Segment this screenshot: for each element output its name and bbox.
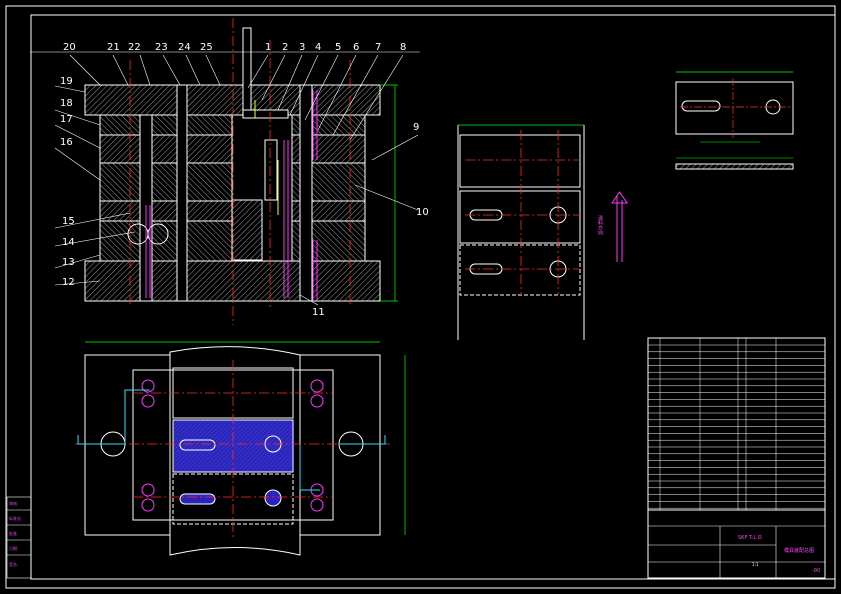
callout-16: 16 [60, 137, 73, 148]
callout-12: 12 [62, 277, 75, 288]
title-block: 模具装配总图 SKF T-L D -00 1:1 [647, 509, 826, 579]
callout-3: 3 [299, 42, 305, 53]
material-note: SKF T-L D [738, 535, 762, 541]
callout-10: 10 [416, 207, 429, 218]
callout-20: 20 [63, 42, 76, 53]
strip-layout-view: 送料方向 [457, 124, 628, 340]
callout-25: 25 [200, 42, 213, 53]
title-text: 模具装配总图 [784, 547, 814, 554]
callout-9: 9 [413, 122, 419, 133]
parts-list-table [647, 337, 826, 511]
feed-direction-note: 送料方向 [597, 214, 603, 235]
callout-7: 7 [375, 42, 381, 53]
callout-13: 13 [62, 257, 75, 268]
callout-23: 23 [155, 42, 168, 53]
callout-18: 18 [60, 98, 73, 109]
callout-5: 5 [335, 42, 341, 53]
side-legend: 审核 标准化 批准 日期 签名 [6, 496, 32, 579]
callout-21: 21 [107, 42, 120, 53]
callout-15: 15 [62, 216, 75, 227]
callout-2: 2 [282, 42, 288, 53]
cad-drawing-canvas: 20 21 22 23 24 25 1 2 3 4 5 6 7 8 9 10 1… [5, 5, 836, 589]
plan-view [75, 341, 406, 556]
legend-approve: 批准 [9, 530, 17, 536]
scale-text: 1:1 [752, 562, 759, 567]
drawing-number: -00 [812, 568, 820, 574]
callout-19: 19 [60, 76, 73, 87]
callout-8: 8 [400, 42, 406, 53]
callout-1: 1 [265, 42, 271, 53]
callout-11: 11 [312, 307, 325, 318]
legend-review: 审核 [9, 500, 17, 506]
legend-date: 日期 [9, 545, 17, 551]
legend-sign: 签名 [9, 561, 17, 567]
callout-17: 17 [60, 114, 73, 125]
legend-standard: 标准化 [9, 515, 21, 521]
callout-4: 4 [315, 42, 321, 53]
callout-24: 24 [178, 42, 191, 53]
callout-6: 6 [353, 42, 359, 53]
callout-22: 22 [128, 42, 141, 53]
workpiece-view [675, 71, 794, 170]
callout-14: 14 [62, 237, 75, 248]
